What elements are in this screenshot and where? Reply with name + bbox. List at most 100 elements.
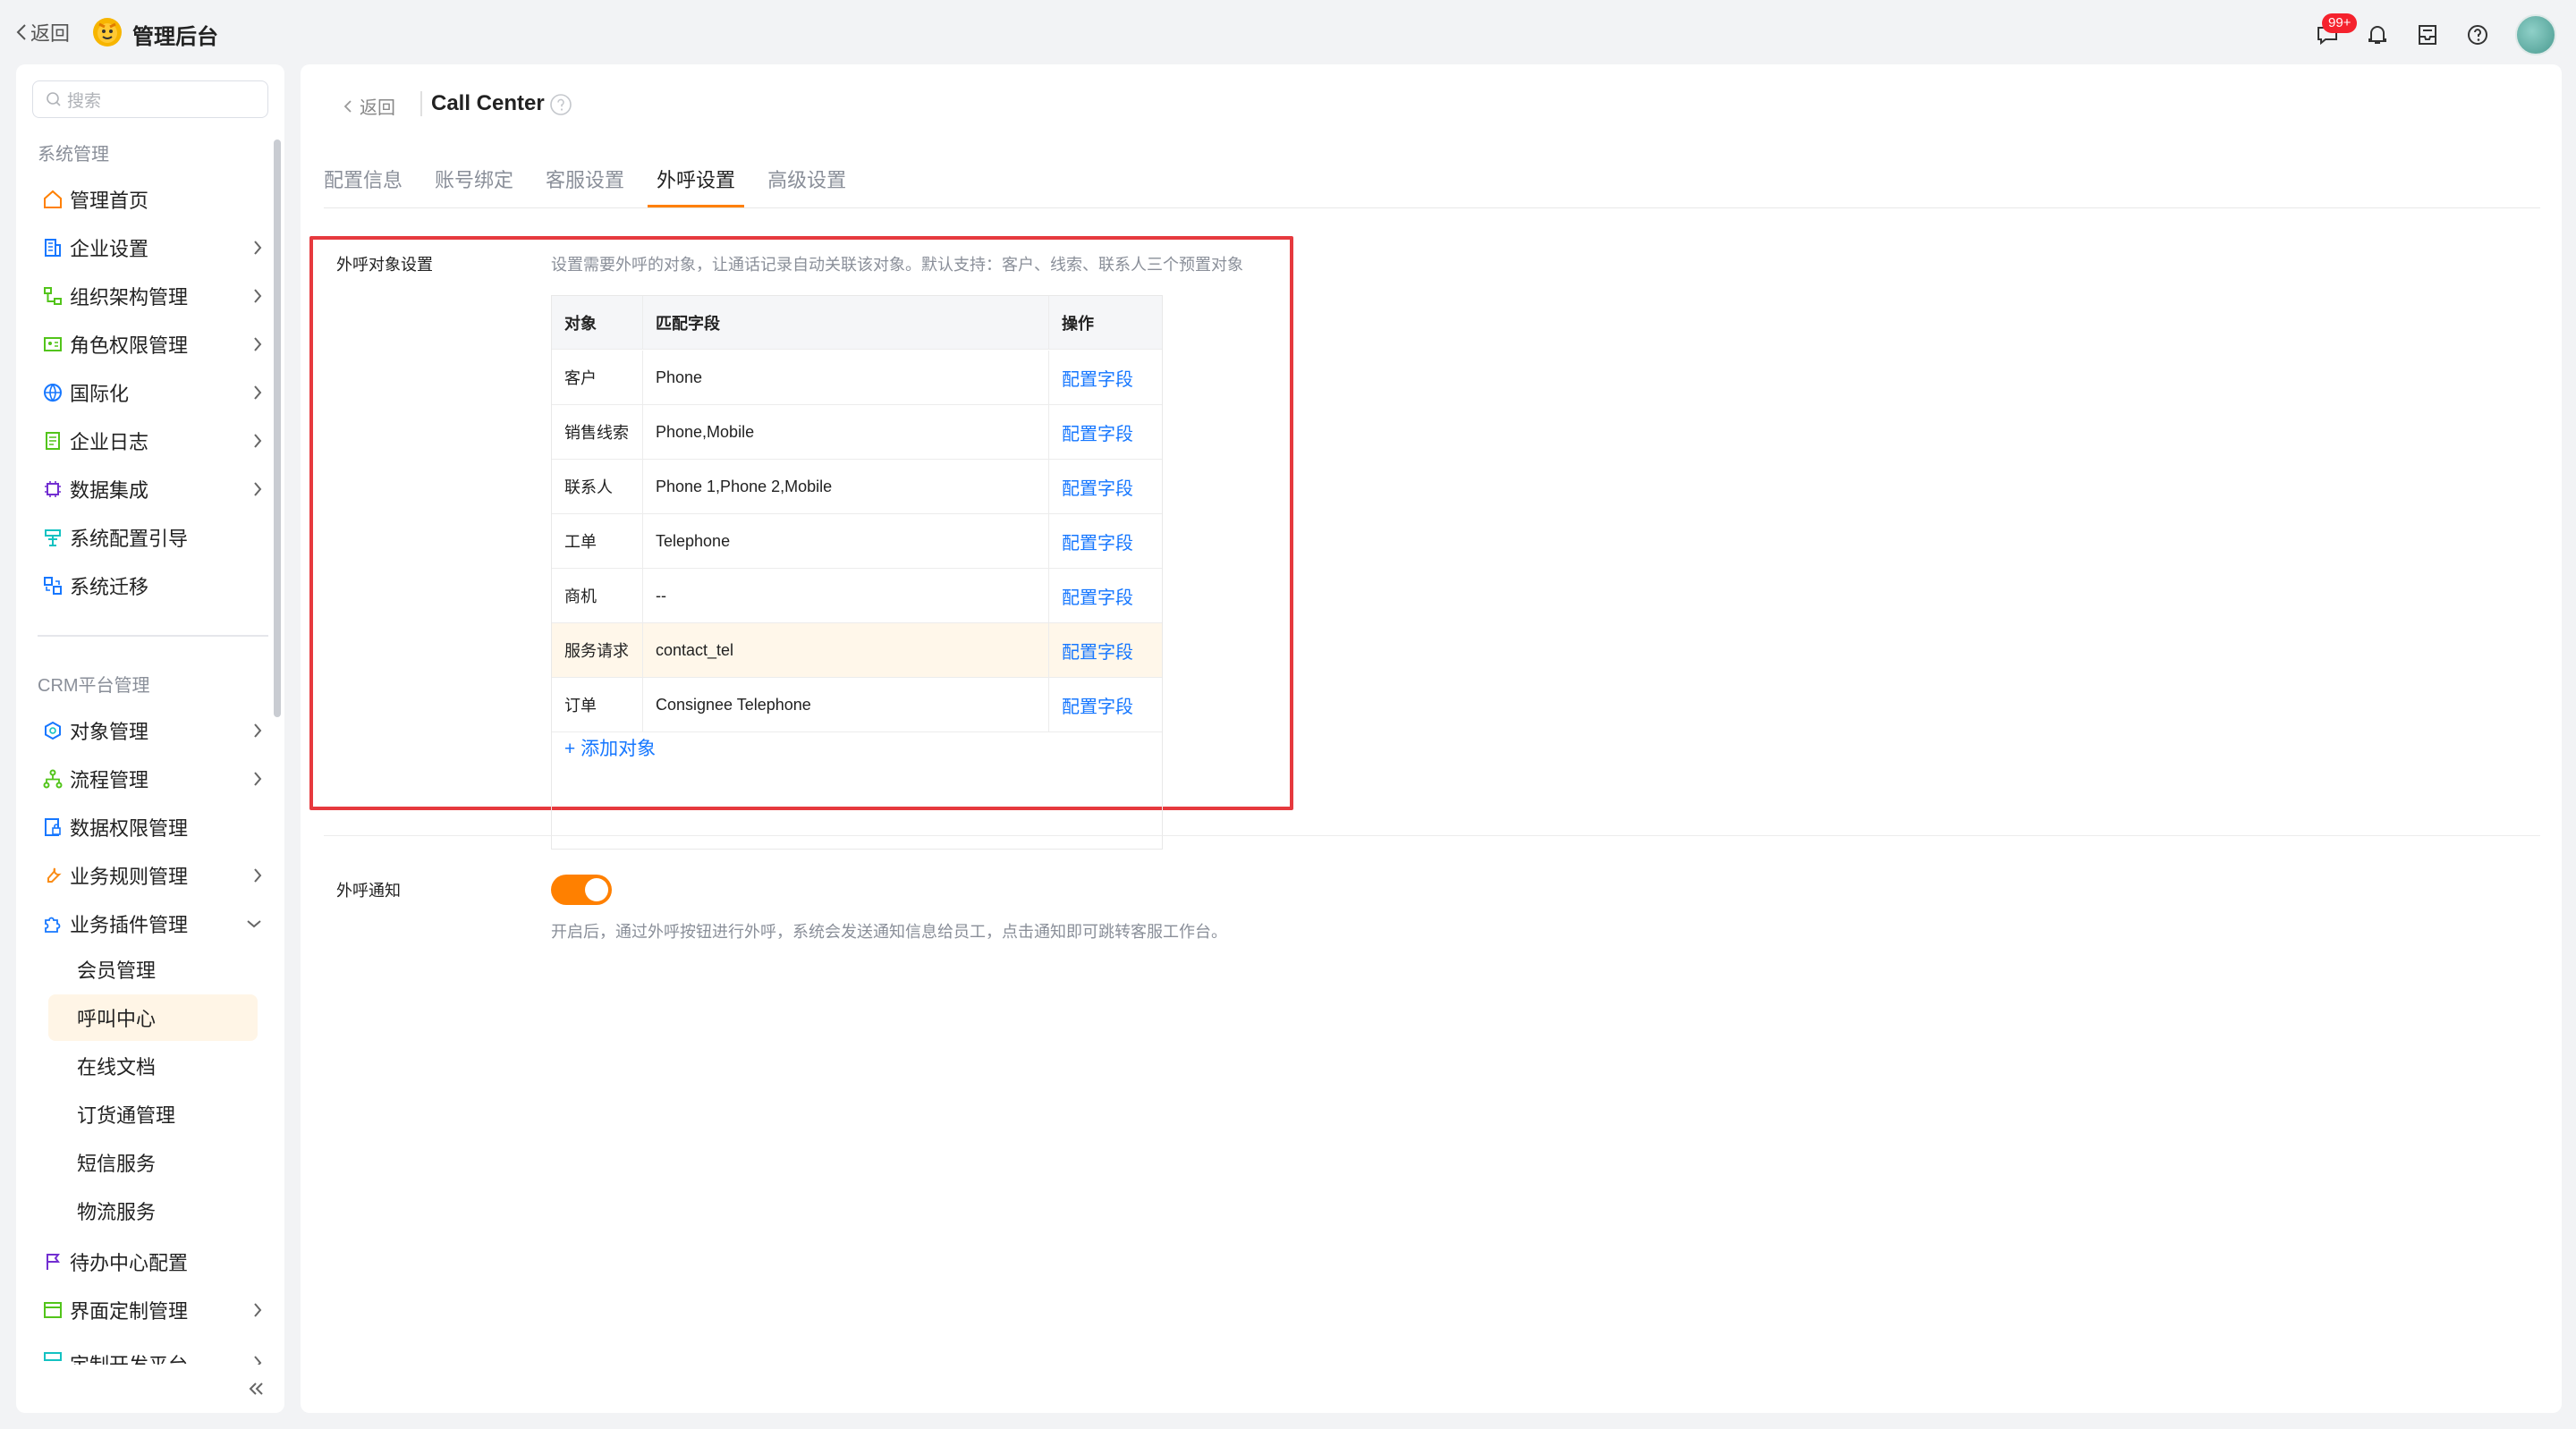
sidebar-divider — [38, 635, 268, 637]
sidebar-subitem-sms[interactable]: 短信服务 — [48, 1139, 256, 1186]
dev-icon — [41, 1340, 64, 1363]
building-icon — [41, 236, 64, 259]
sidebar-item-logs[interactable]: 企业日志 — [41, 420, 263, 461]
cell-field: -- — [643, 569, 1049, 622]
tab-config-info[interactable]: 配置信息 — [324, 150, 402, 206]
chevron-right-icon — [254, 723, 262, 738]
sidebar-item-label: 对象管理 — [70, 721, 149, 743]
org-tree-icon — [41, 284, 64, 308]
tab-bar: 配置信息 账号绑定 客服设置 外呼设置 高级设置 — [324, 150, 846, 207]
user-avatar[interactable] — [2515, 14, 2556, 55]
bell-icon[interactable] — [2360, 17, 2395, 53]
outbound-notify-toggle[interactable] — [551, 875, 612, 905]
configure-field-link[interactable]: 配置字段 — [1062, 474, 1133, 500]
cell-object: 销售线索 — [552, 405, 643, 459]
sidebar-item-integration[interactable]: 数据集成 — [41, 469, 263, 510]
chevron-left-icon — [16, 24, 26, 40]
sidebar-item-i18n[interactable]: 国际化 — [41, 372, 263, 413]
sidebar-item-data-permission[interactable]: 数据权限管理 — [41, 807, 263, 848]
chip-icon — [41, 478, 64, 501]
cell-object: 商机 — [552, 569, 643, 622]
page-title: Call Center — [431, 91, 545, 115]
sidebar-item-company[interactable]: 企业设置 — [41, 227, 263, 268]
configure-field-link[interactable]: 配置字段 — [1062, 583, 1133, 609]
flow-icon — [41, 767, 64, 791]
inbox-icon[interactable] — [2410, 17, 2445, 53]
sidebar-item-label: 待办中心配置 — [70, 1252, 189, 1274]
sidebar-item-dev-platform[interactable]: 定制开发平台 — [41, 1338, 263, 1365]
cell-field: Phone 1,Phone 2,Mobile — [643, 460, 1049, 513]
table-row: 客户 Phone 配置字段 — [552, 351, 1162, 405]
sidebar-subitem-online-docs[interactable]: 在线文档 — [48, 1043, 256, 1089]
sidebar-subitem-ordering[interactable]: 订货通管理 — [48, 1091, 256, 1137]
tool-icon — [41, 864, 64, 887]
configure-field-link[interactable]: 配置字段 — [1062, 528, 1133, 554]
outbound-notify-label: 外呼通知 — [336, 882, 401, 900]
cell-field: Telephone — [643, 514, 1049, 568]
sidebar-item-todo-config[interactable]: 待办中心配置 — [41, 1241, 263, 1282]
sidebar-item-flows[interactable]: 流程管理 — [41, 758, 263, 799]
tab-account-binding[interactable]: 账号绑定 — [435, 150, 513, 206]
puzzle-icon — [41, 912, 64, 935]
layout-icon — [41, 1298, 64, 1322]
page-back-button[interactable]: 返回 — [343, 93, 395, 119]
message-icon[interactable]: 99+ — [2309, 13, 2358, 53]
chevron-right-icon — [254, 868, 262, 883]
configure-field-link[interactable]: 配置字段 — [1062, 419, 1133, 445]
group-title-crm: CRM平台管理 — [38, 676, 150, 696]
sidebar-item-roles[interactable]: 角色权限管理 — [41, 324, 263, 365]
sidebar-item-label: 组织架构管理 — [70, 286, 189, 309]
sidebar-item-business-rules[interactable]: 业务规则管理 — [41, 855, 263, 896]
sidebar: 搜索 系统管理 管理首页 企业设置 组织架构管理 角色权限管理 国际化 企业日志… — [16, 64, 284, 1413]
sidebar-item-config-guide[interactable]: 系统配置引导 — [41, 517, 263, 558]
top-icons: 99+ — [2295, 13, 2556, 55]
cell-object: 订单 — [552, 678, 643, 731]
sidebar-item-objects[interactable]: 对象管理 — [41, 710, 263, 751]
top-back-label: 返回 — [30, 22, 71, 45]
sidebar-item-label: 企业设置 — [70, 238, 149, 260]
help-icon[interactable] — [2460, 17, 2496, 53]
sidebar-item-migration[interactable]: 系统迁移 — [41, 565, 263, 606]
header-match-field: 匹配字段 — [643, 296, 1049, 349]
sidebar-item-ui-custom[interactable]: 界面定制管理 — [41, 1289, 263, 1331]
tab-outbound-settings[interactable]: 外呼设置 — [648, 150, 745, 207]
sidebar-item-label: 数据权限管理 — [70, 817, 189, 840]
sidebar-item-label: 数据集成 — [70, 479, 149, 502]
sidebar-item-plugins[interactable]: 业务插件管理 — [41, 903, 263, 944]
search-icon — [47, 92, 61, 106]
table-header: 对象 匹配字段 操作 — [552, 296, 1162, 350]
sidebar-item-label: 管理首页 — [70, 190, 149, 212]
sidebar-item-org[interactable]: 组织架构管理 — [41, 275, 263, 317]
tabs-underline — [324, 207, 2540, 208]
add-object-button[interactable]: + 添加对象 — [564, 734, 656, 761]
sidebar-subitem-members[interactable]: 会员管理 — [48, 946, 256, 993]
sidebar-subitem-call-center[interactable]: 呼叫中心 — [48, 994, 258, 1041]
sidebar-search-input[interactable]: 搜索 — [32, 80, 268, 118]
table-row: 联系人 Phone 1,Phone 2,Mobile 配置字段 — [552, 460, 1162, 514]
configure-field-link[interactable]: 配置字段 — [1062, 692, 1133, 718]
sidebar-item-home[interactable]: 管理首页 — [41, 179, 263, 220]
tab-advanced-settings[interactable]: 高级设置 — [767, 150, 846, 206]
chevron-left-icon — [343, 99, 352, 113]
chevron-right-icon — [254, 289, 262, 303]
table-row: 销售线索 Phone,Mobile 配置字段 — [552, 405, 1162, 460]
configure-field-link[interactable]: 配置字段 — [1062, 638, 1133, 664]
outbound-object-label: 外呼对象设置 — [336, 256, 433, 274]
chevron-right-icon — [254, 385, 262, 400]
tab-service-settings[interactable]: 客服设置 — [546, 150, 624, 206]
table-row: 工单 Telephone 配置字段 — [552, 514, 1162, 569]
sidebar-item-label: 流程管理 — [70, 769, 149, 791]
sidebar-subitem-logistics[interactable]: 物流服务 — [48, 1188, 256, 1234]
collapse-sidebar-icon[interactable] — [247, 1381, 267, 1401]
object-icon — [41, 719, 64, 742]
chevron-right-icon — [254, 1303, 262, 1317]
configure-field-link[interactable]: 配置字段 — [1062, 365, 1133, 391]
sidebar-item-label: 角色权限管理 — [70, 334, 189, 357]
sidebar-item-label: 定制开发平台 — [70, 1349, 188, 1365]
sidebar-scrollbar[interactable] — [274, 140, 281, 717]
header-action: 操作 — [1062, 314, 1094, 333]
cell-object: 工单 — [552, 514, 643, 568]
sidebar-item-label: 界面定制管理 — [70, 1300, 189, 1323]
top-back-button[interactable]: 返回 — [16, 18, 70, 47]
question-circle-icon[interactable] — [549, 93, 572, 121]
